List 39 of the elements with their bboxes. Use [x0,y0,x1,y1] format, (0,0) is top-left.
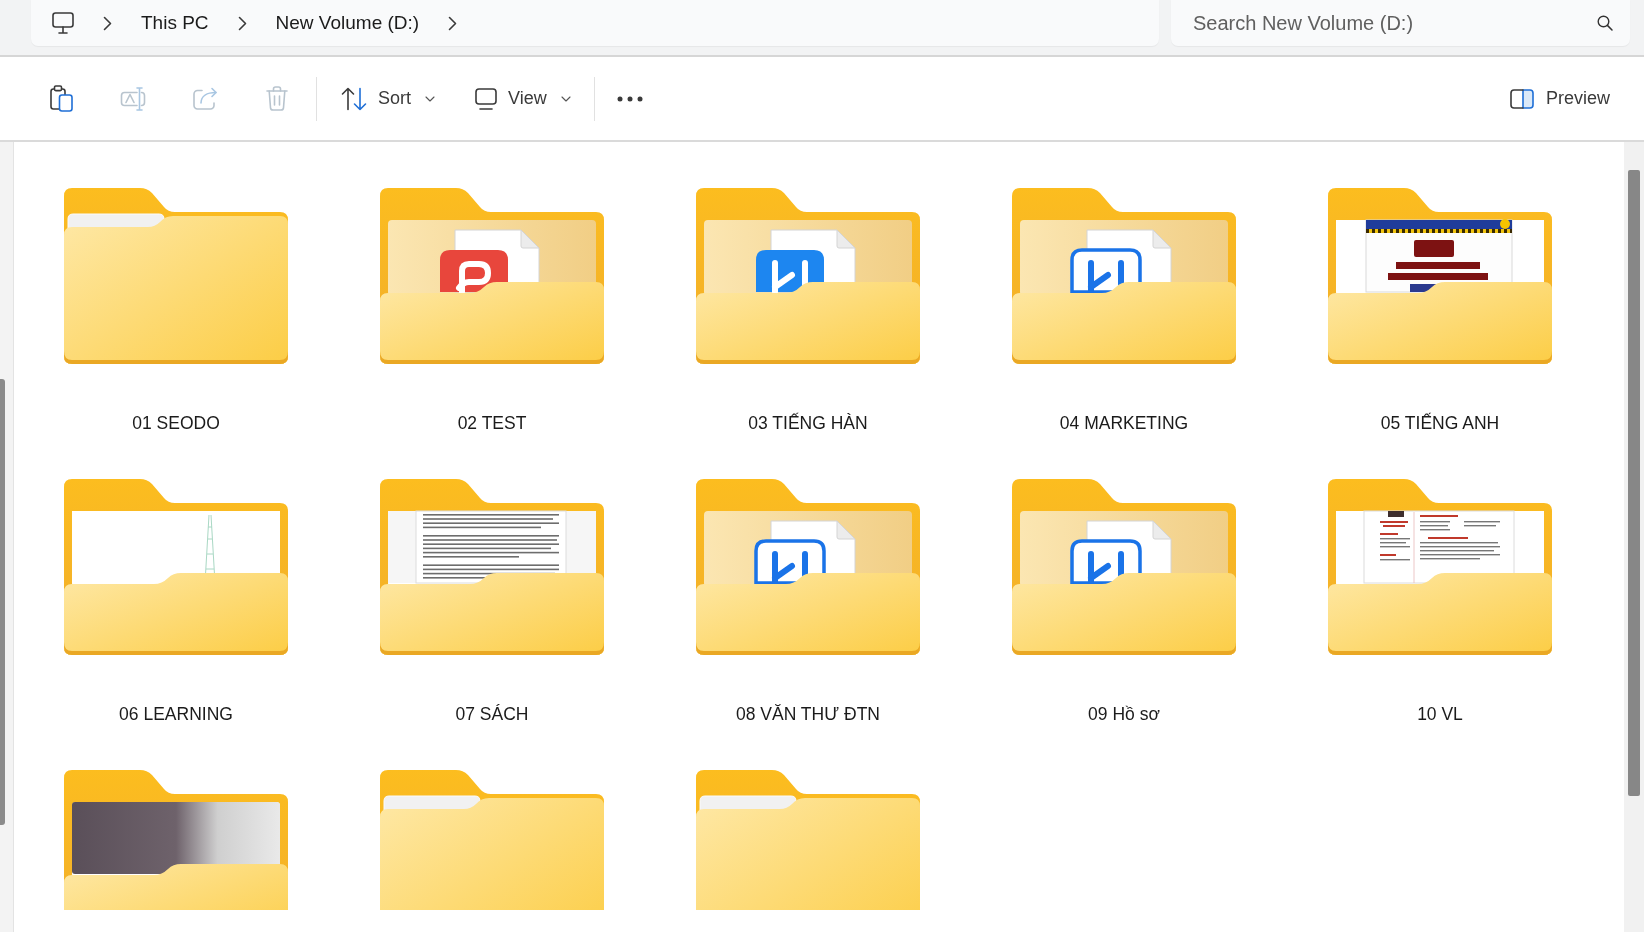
trash-icon [266,86,288,111]
folder-name[interactable]: 08 VĂN THƯ ĐTN [736,702,880,726]
caret-icon [425,95,435,102]
folder-name[interactable]: 06 LEARNING [119,702,233,726]
sort-button[interactable]: Sort [333,76,443,121]
scrollbar-thumb[interactable] [0,379,5,825]
breadcrumb[interactable]: New Volume (D:) [275,11,420,35]
folder-icon[interactable] [64,770,288,910]
text-cursor-icon [120,86,146,111]
folder-name[interactable]: 07 SÁCH [455,702,529,726]
address-bar[interactable]: This PC New Volume (D:) [31,0,1159,46]
monitor-icon[interactable] [52,12,74,34]
folder-name[interactable]: 02 TEST [457,411,527,435]
scrollbar-track[interactable] [1624,142,1644,932]
breadcrumb[interactable]: This PC [141,11,209,35]
search-field[interactable]: Search New Volume (D:) [1171,0,1630,46]
folder-name[interactable]: 05 TIẾNG ANH [1380,411,1500,435]
scrollbar-thumb[interactable] [1628,170,1640,796]
folder-name[interactable]: 10 VL [1417,702,1463,726]
folder-icon[interactable] [380,479,604,655]
chevron-icon[interactable] [103,15,112,31]
folder-name[interactable]: 09 Hồ sơ [1088,702,1160,726]
search-icon[interactable] [1597,15,1613,31]
chevron-icon[interactable] [448,15,458,31]
preview-button[interactable]: Preview [1501,76,1618,121]
folder-name[interactable]: 01 SEODO [132,411,220,435]
view-button[interactable]: View [467,76,579,121]
panel-icon [1509,88,1534,109]
folder-name[interactable]: 04 MARKETING [1059,411,1189,435]
screen-icon [475,87,497,110]
folder-name[interactable]: 03 TIẾNG HÀN [748,411,868,435]
folder-icon[interactable] [1328,479,1552,655]
caret-icon [560,95,571,102]
sort-icon [341,86,367,111]
folder-icon[interactable] [1328,188,1552,364]
share-icon [192,87,218,110]
chevron-icon[interactable] [237,15,247,31]
clipboard-icon [49,85,73,112]
ellipsis-icon [616,95,643,102]
